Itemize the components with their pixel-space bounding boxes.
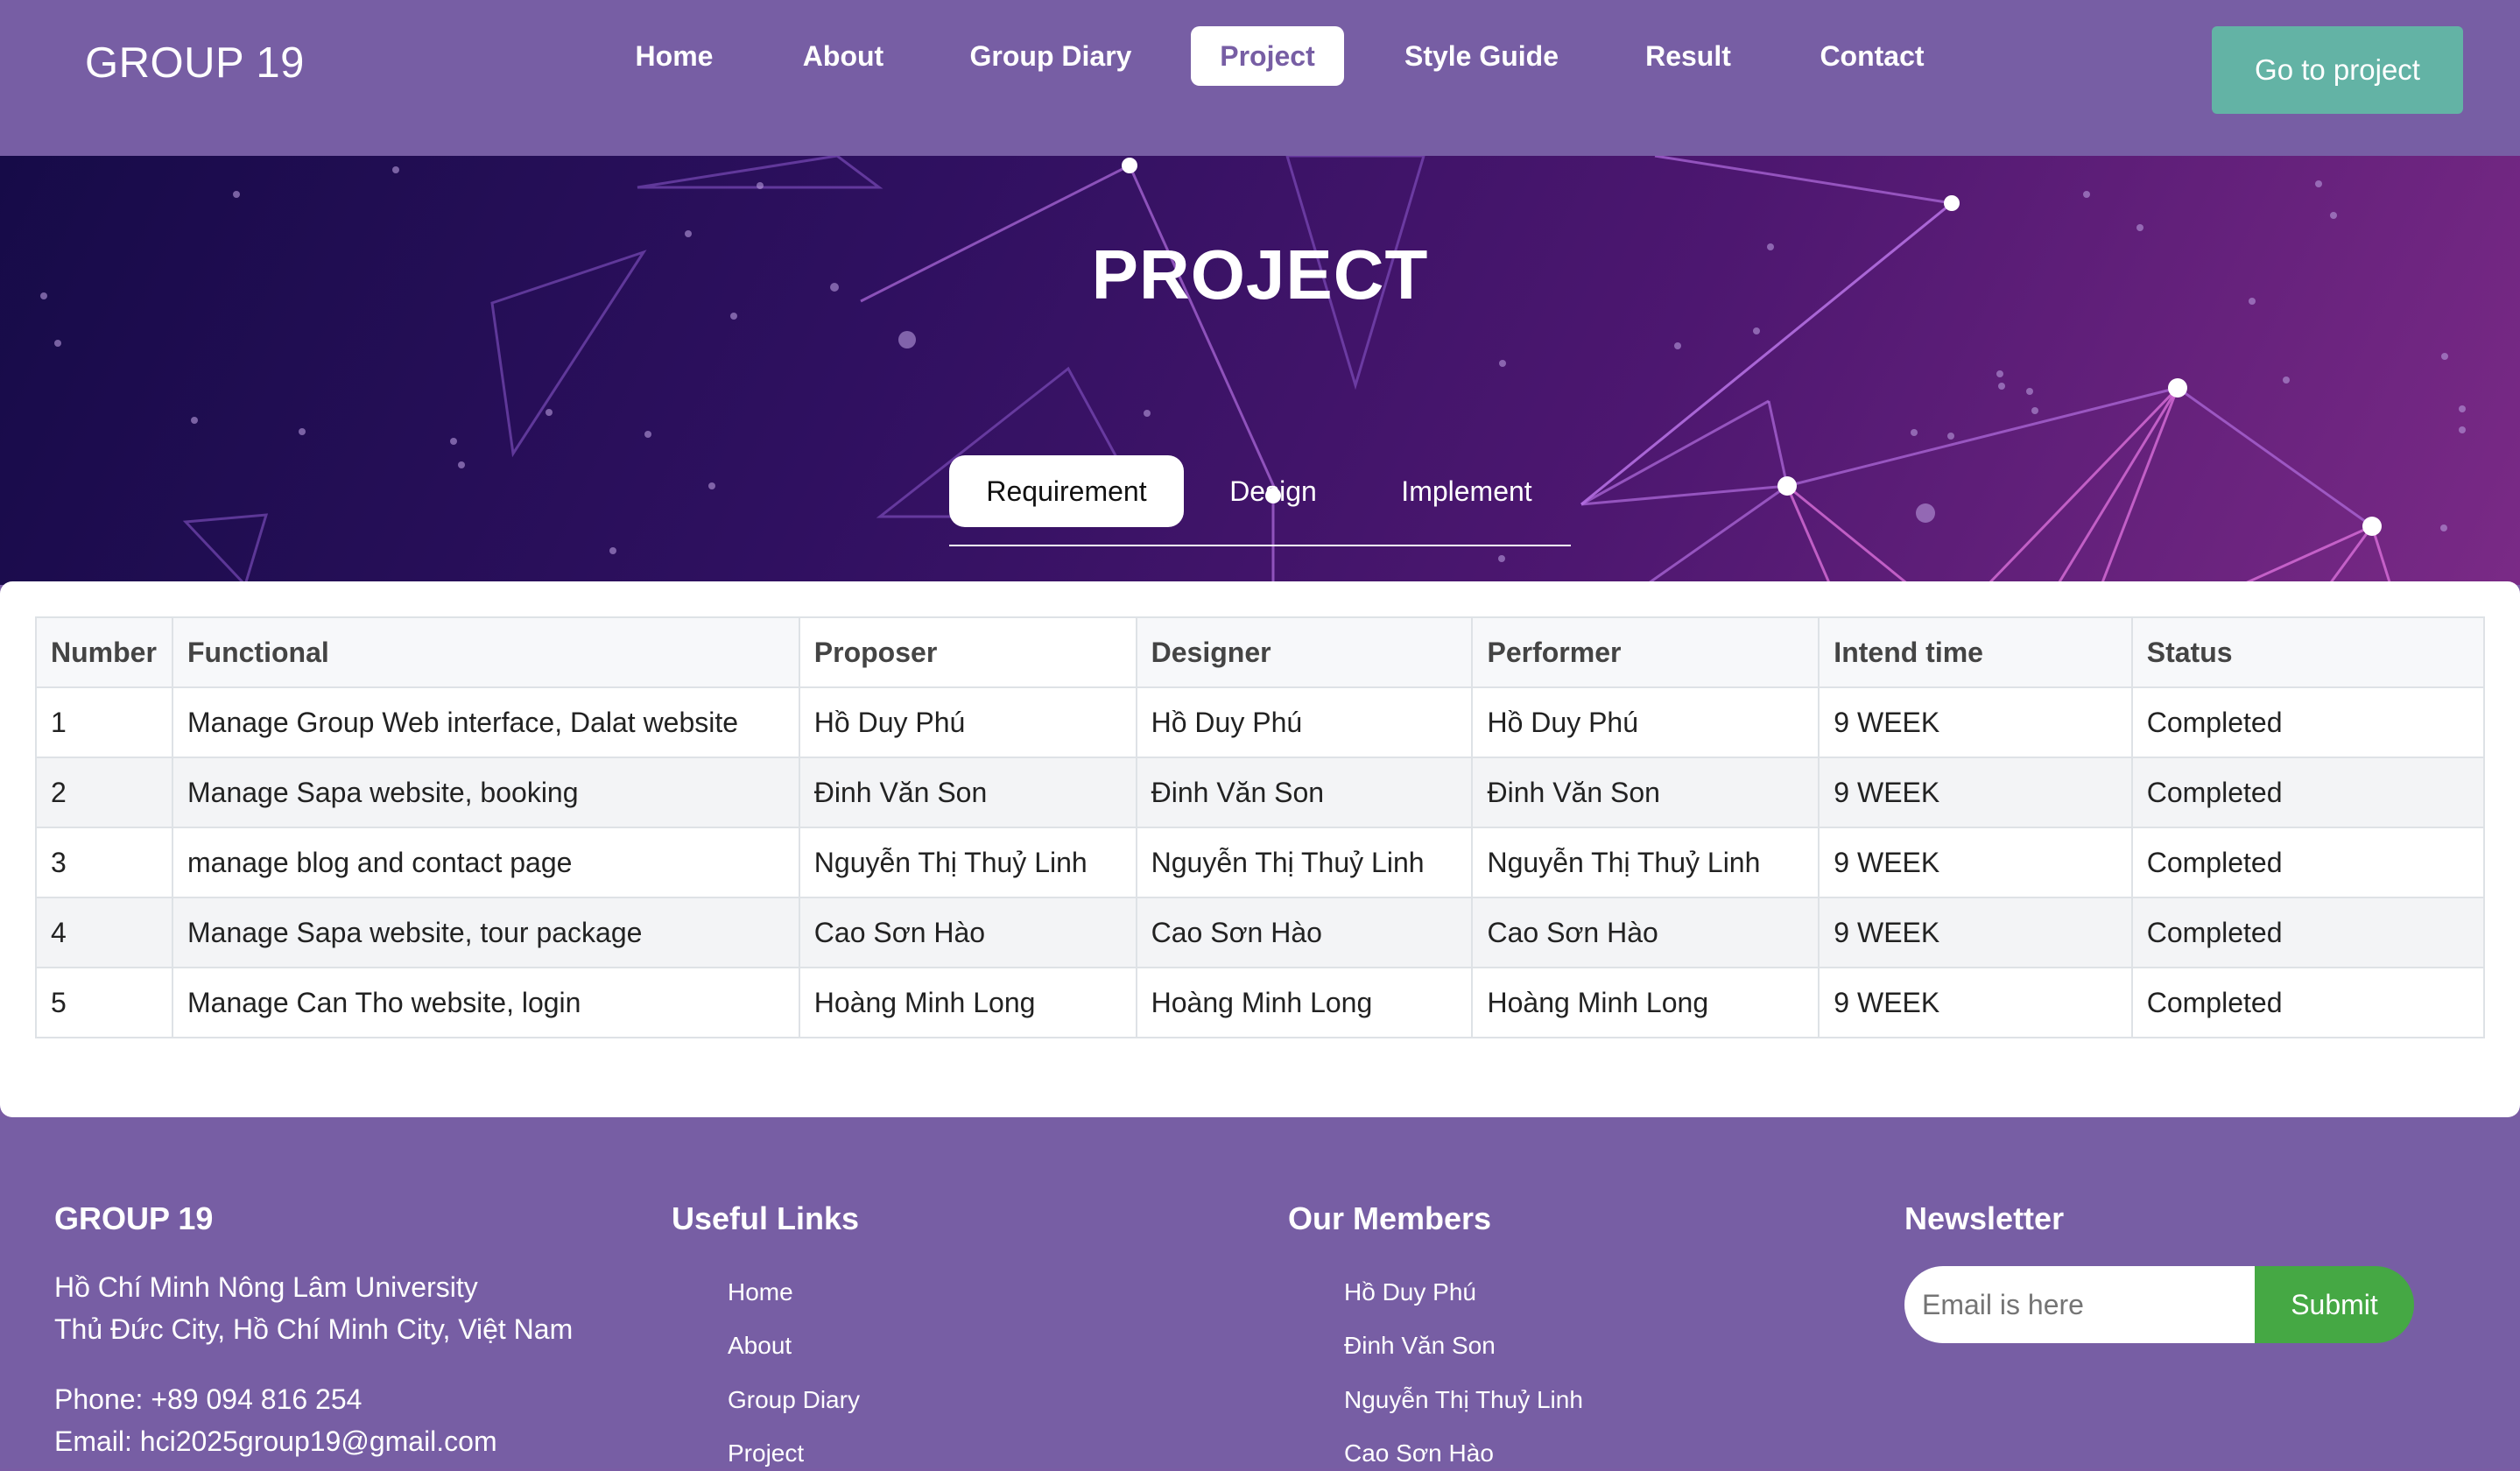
table-row: 5 Manage Can Tho website, login Hoàng Mi…: [35, 967, 2486, 1038]
cell-designer: Nguyễn Thị Thuỷ Linh: [1135, 827, 1474, 898]
cell-proposer: Hồ Duy Phú: [798, 686, 1137, 758]
nav-project[interactable]: Project: [1191, 26, 1344, 86]
footer-member-item[interactable]: Đinh Văn Son: [1344, 1328, 1496, 1363]
cell-intend-time: 9 WEEK: [1818, 827, 2133, 898]
requirement-table: Number Functional Proposer Designer Perf…: [35, 616, 2486, 1038]
column-header-functional: Functional: [171, 616, 800, 688]
cell-designer: Đinh Văn Son: [1135, 757, 1474, 828]
footer-link-about[interactable]: About: [728, 1328, 792, 1363]
nav-home[interactable]: Home: [618, 26, 730, 86]
cell-number: 4: [35, 897, 173, 968]
cell-intend-time: 9 WEEK: [1818, 757, 2133, 828]
footer-member-item[interactable]: Nguyễn Thị Thuỷ Linh: [1344, 1383, 1583, 1418]
cell-proposer: Cao Sơn Hào: [798, 897, 1137, 968]
footer-member-item[interactable]: Hồ Duy Phú: [1344, 1275, 1476, 1310]
footer-brand: GROUP 19: [54, 1200, 214, 1236]
cell-performer: Nguyễn Thị Thuỷ Linh: [1471, 827, 1820, 898]
table-row: 2 Manage Sapa website, booking Đinh Văn …: [35, 757, 2486, 828]
footer-link-home[interactable]: Home: [728, 1275, 793, 1310]
cell-performer: Đinh Văn Son: [1471, 757, 1820, 828]
cell-proposer: Hoàng Minh Long: [798, 967, 1137, 1038]
footer-phone: Phone: +89 094 816 254: [54, 1383, 363, 1415]
footer-member-item[interactable]: Cao Sơn Hào: [1344, 1436, 1494, 1471]
cell-intend-time: 9 WEEK: [1818, 897, 2133, 968]
nav-style-guide[interactable]: Style Guide: [1396, 26, 1567, 86]
cell-status: Completed: [2130, 967, 2486, 1038]
tabs-underline: [949, 545, 1571, 546]
table-row: 1 Manage Group Web interface, Dalat webs…: [35, 686, 2486, 758]
footer-link-group-diary[interactable]: Group Diary: [728, 1383, 860, 1418]
tab-design[interactable]: Design: [1200, 455, 1347, 527]
go-to-project-button[interactable]: Go to project: [2212, 26, 2463, 114]
column-header-status: Status: [2130, 616, 2486, 688]
cell-status: Completed: [2130, 686, 2486, 758]
cell-number: 3: [35, 827, 173, 898]
column-header-proposer: Proposer: [798, 616, 1137, 688]
our-members-title: Our Members: [1288, 1200, 1492, 1236]
cell-proposer: Đinh Văn Son: [798, 757, 1137, 828]
cell-designer: Hồ Duy Phú: [1135, 686, 1474, 758]
table-row: 4 Manage Sapa website, tour package Cao …: [35, 897, 2486, 968]
useful-links-title: Useful Links: [672, 1200, 860, 1236]
cell-number: 1: [35, 686, 173, 758]
cell-status: Completed: [2130, 897, 2486, 968]
column-header-performer: Performer: [1471, 616, 1820, 688]
cell-performer: Cao Sơn Hào: [1471, 897, 1820, 968]
cell-status: Completed: [2130, 757, 2486, 828]
tab-implement[interactable]: Implement: [1373, 455, 1560, 527]
cell-intend-time: 9 WEEK: [1818, 967, 2133, 1038]
cell-functional: Manage Can Tho website, login: [171, 967, 800, 1038]
cell-proposer: Nguyễn Thị Thuỷ Linh: [798, 827, 1137, 898]
site-footer: GROUP 19 Hồ Chí Minh Nông Lâm University…: [0, 1117, 2520, 1468]
requirement-table-card: Number Functional Proposer Designer Perf…: [0, 581, 2520, 1117]
column-header-number: Number: [35, 616, 173, 688]
cell-functional: Manage Group Web interface, Dalat websit…: [171, 686, 800, 758]
cell-functional: manage blog and contact page: [171, 827, 800, 898]
cell-number: 5: [35, 967, 173, 1038]
cell-number: 2: [35, 757, 173, 828]
footer-address-line1: Hồ Chí Minh Nông Lâm University: [54, 1271, 478, 1303]
cell-functional: Manage Sapa website, tour package: [171, 897, 800, 968]
tab-requirement[interactable]: Requirement: [949, 455, 1184, 527]
newsletter-submit-button[interactable]: Submit: [2255, 1266, 2414, 1343]
footer-link-project[interactable]: Project: [728, 1436, 804, 1471]
brand-logo[interactable]: GROUP 19: [85, 39, 305, 88]
site-header: GROUP 19 Home About Group Diary Project …: [0, 0, 2520, 156]
cell-status: Completed: [2130, 827, 2486, 898]
footer-address-line2: Thủ Đức City, Hồ Chí Minh City, Việt Nam: [54, 1313, 574, 1345]
page-title: PROJECT: [1091, 236, 1429, 313]
newsletter-title: Newsletter: [1904, 1200, 2065, 1236]
hero-banner: PROJECT Requirement Design Implement: [0, 156, 2520, 585]
cell-performer: Hồ Duy Phú: [1471, 686, 1820, 758]
nav-contact[interactable]: Contact: [1811, 26, 1933, 86]
cell-intend-time: 9 WEEK: [1818, 686, 2133, 758]
column-header-intend-time: Intend time: [1818, 616, 2133, 688]
table-row: 3 manage blog and contact page Nguyễn Th…: [35, 827, 2486, 898]
cell-performer: Hoàng Minh Long: [1471, 967, 1820, 1038]
cell-functional: Manage Sapa website, booking: [171, 757, 800, 828]
table-header-row: Number Functional Proposer Designer Perf…: [35, 616, 2486, 688]
footer-email[interactable]: Email: hci2025group19@gmail.com: [54, 1420, 497, 1462]
nav-group-diary[interactable]: Group Diary: [961, 26, 1140, 86]
newsletter-email-input[interactable]: [1904, 1266, 2255, 1343]
cell-designer: Hoàng Minh Long: [1135, 967, 1474, 1038]
nav-result[interactable]: Result: [1636, 26, 1741, 86]
cell-designer: Cao Sơn Hào: [1135, 897, 1474, 968]
nav-about[interactable]: About: [790, 26, 897, 86]
column-header-designer: Designer: [1135, 616, 1474, 688]
